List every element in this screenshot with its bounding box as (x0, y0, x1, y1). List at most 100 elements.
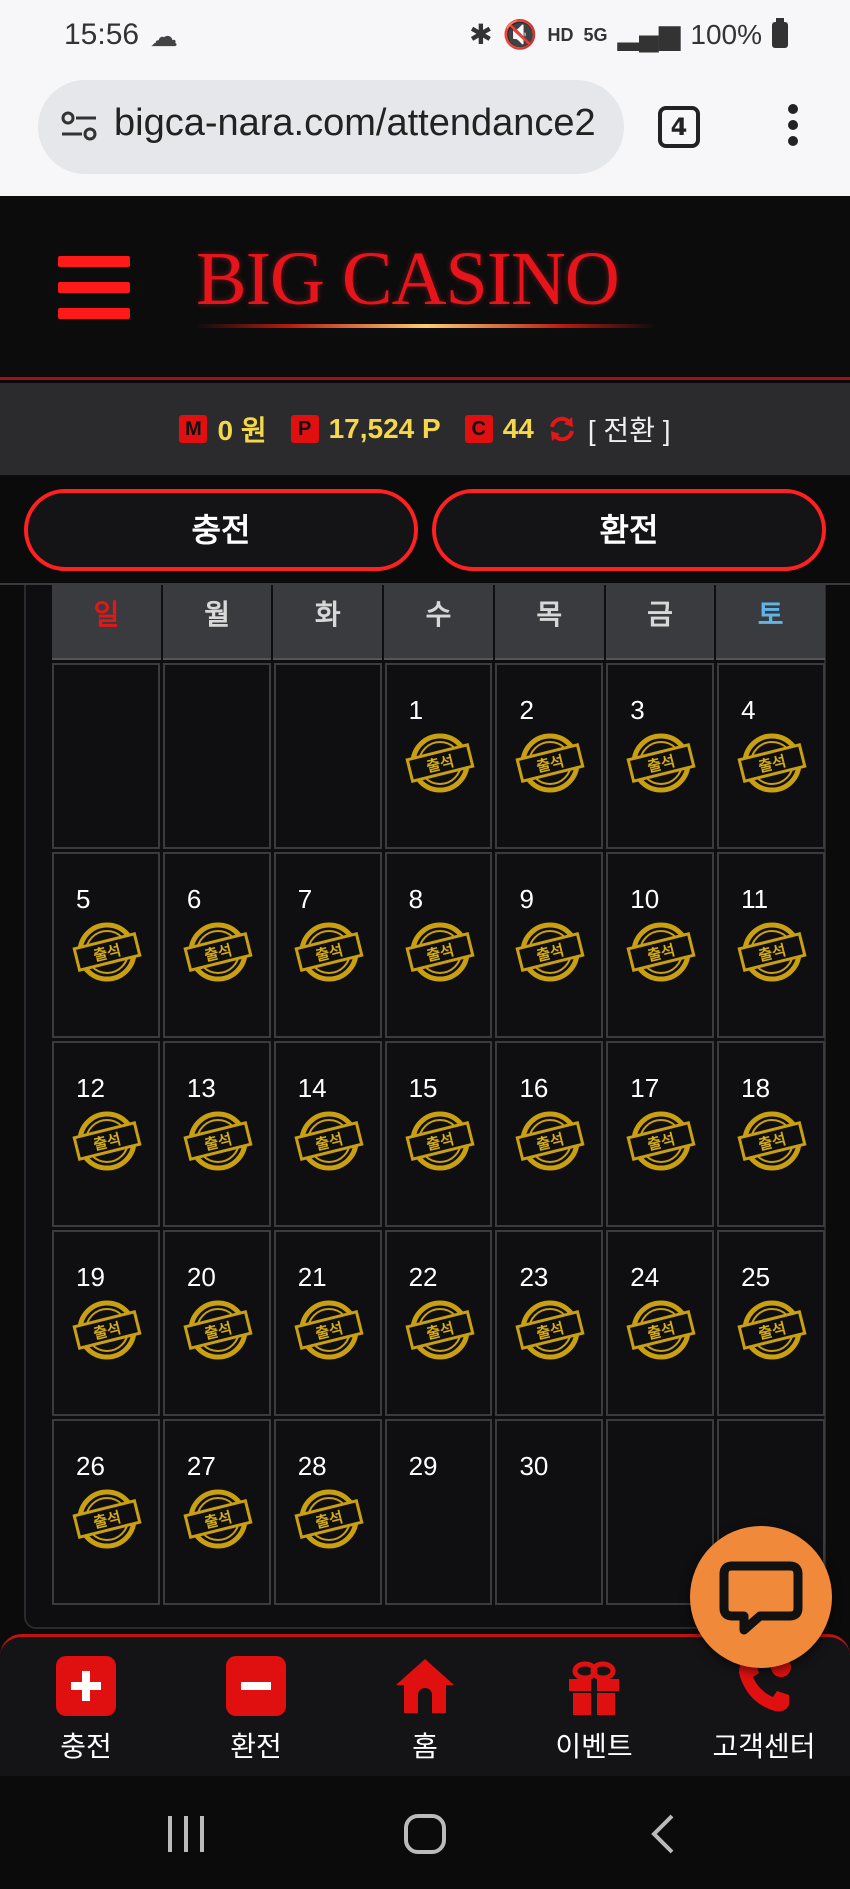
browser-menu-icon[interactable] (785, 104, 801, 152)
day-number: 27 (186, 1451, 216, 1481)
calendar-week-row: 19 출석 20 출석 21 출석 22 출석 23 출석 24 출석 25 출석 (52, 1230, 826, 1416)
calendar-day-cell[interactable]: 21 출석 (273, 1230, 382, 1416)
attendance-stamp-icon: 출석 (183, 922, 253, 982)
calendar-day-cell[interactable]: 16 출석 (495, 1041, 604, 1227)
android-nav-bar (0, 1776, 850, 1889)
minus-icon (226, 1656, 286, 1716)
refresh-icon[interactable] (546, 413, 578, 445)
nav-withdraw[interactable]: 환전 (186, 1655, 326, 1765)
calendar-day-cell[interactable]: 22 출석 (384, 1230, 493, 1416)
attendance-stamp-icon: 출석 (626, 922, 696, 982)
attendance-stamp-icon: 출석 (405, 1300, 475, 1360)
calendar-day-cell[interactable]: 26 출석 (52, 1419, 160, 1605)
calendar-day-cell[interactable]: 1 출석 (384, 663, 493, 849)
calendar-day-cell[interactable]: 27 출석 (162, 1419, 271, 1605)
deposit-button[interactable]: 충전 (24, 489, 418, 571)
calendar-day-cell[interactable]: 5 출석 (52, 852, 160, 1038)
calendar-day-cell[interactable]: 24 출석 (606, 1230, 715, 1416)
calendar-day-cell[interactable]: 25 출석 (717, 1230, 826, 1416)
calendar-day-cell[interactable]: 23 출석 (495, 1230, 604, 1416)
day-number: 2 (519, 695, 534, 725)
attendance-stamp-icon: 출석 (737, 1111, 807, 1171)
calendar-day-cell[interactable]: 18 출석 (717, 1041, 826, 1227)
withdraw-button[interactable]: 환전 (432, 489, 826, 571)
day-number: 16 (519, 1073, 549, 1103)
network-label: 5G (583, 24, 608, 45)
site-logo[interactable]: BIG CASINO (196, 236, 620, 323)
site-settings-icon[interactable] (58, 104, 102, 148)
plus-icon (56, 1656, 116, 1716)
gift-icon (569, 1661, 619, 1715)
home-circle-icon[interactable] (403, 1814, 447, 1854)
nav-support[interactable]: 고객센터 (694, 1655, 834, 1765)
attendance-stamp-icon: 출석 (183, 1111, 253, 1171)
convert-link[interactable]: [ 전환 ] (588, 409, 671, 449)
day-number: 30 (519, 1451, 549, 1481)
calendar-day-cell[interactable]: 30 (495, 1419, 604, 1605)
calendar-day-cell[interactable]: 15 출석 (384, 1041, 493, 1227)
calendar-day-cell[interactable]: 28 출석 (273, 1419, 382, 1605)
weekday-wed: 수 (384, 585, 493, 660)
attendance-stamp-icon: 출석 (72, 1111, 142, 1171)
status-time: 15:56 (64, 18, 140, 51)
day-number: 7 (297, 884, 313, 914)
calendar-day-cell[interactable]: 11 출석 (717, 852, 826, 1038)
recent-apps-icon[interactable] (164, 1814, 208, 1854)
day-number: 17 (630, 1073, 660, 1103)
day-number: 21 (297, 1262, 327, 1292)
action-row: 충전 환전 (0, 475, 850, 585)
calendar-day-cell[interactable]: 13 출석 (162, 1041, 271, 1227)
calendar-day-cell[interactable]: 7 출석 (273, 852, 382, 1038)
attendance-stamp-icon: 출석 (737, 922, 807, 982)
signal-icon: ▂▄▆ (617, 19, 681, 50)
calendar-day-cell[interactable]: 19 출석 (52, 1230, 160, 1416)
weekday-fri: 금 (605, 585, 715, 660)
balance-bar: M 0 원 P 17,524 P C 44 [ 전환 ] (0, 383, 850, 475)
day-number: 4 (741, 695, 756, 725)
day-number: 11 (741, 884, 769, 914)
coupon-badge: C (464, 415, 493, 443)
nav-home[interactable]: 홈 (355, 1655, 495, 1765)
calendar-day-cell[interactable]: 2 출석 (495, 663, 604, 849)
calendar-grid: 1 출석 2 출석 3 출석 4 출석 5 출석 6 출석 7 출석 8 출석 9 출석 10 출석 11 출석 12 출석 1… (52, 660, 826, 1605)
attendance-stamp-icon: 출석 (626, 1111, 696, 1171)
point-value: 17,524 P (328, 413, 441, 444)
weekday-sat: 토 (716, 585, 826, 660)
attendance-stamp-icon: 출석 (737, 733, 807, 793)
calendar-day-cell[interactable]: 4 출석 (717, 663, 826, 849)
day-number: 22 (408, 1262, 438, 1292)
day-number: 25 (741, 1262, 771, 1292)
address-bar[interactable]: bigca-nara.com/attendance2 (38, 80, 624, 174)
nav-event[interactable]: 이벤트 (524, 1655, 664, 1765)
calendar-day-cell[interactable]: 20 출석 (162, 1230, 271, 1416)
calendar-day-cell[interactable]: 12 출석 (52, 1041, 160, 1227)
weekday-thu: 목 (494, 585, 604, 660)
calendar-day-cell[interactable]: 8 출석 (384, 852, 493, 1038)
calendar-week-row: 5 출석 6 출석 7 출석 8 출석 9 출석 10 출석 11 출석 (52, 852, 826, 1038)
tab-switcher-button[interactable]: 4 (658, 106, 700, 148)
back-icon[interactable] (648, 1814, 678, 1854)
calendar-day-cell[interactable]: 14 출석 (273, 1041, 382, 1227)
day-number: 10 (630, 884, 660, 914)
calendar-day-cell[interactable]: 9 출석 (495, 852, 604, 1038)
nav-event-label: 이벤트 (555, 1730, 633, 1763)
hamburger-menu-icon[interactable] (58, 256, 130, 320)
nav-deposit[interactable]: 충전 (16, 1655, 156, 1765)
attendance-stamp-icon: 출석 (294, 922, 364, 982)
calendar-day-cell[interactable]: 17 출석 (606, 1041, 715, 1227)
calendar-day-cell[interactable]: 10 출석 (606, 852, 715, 1038)
url-text[interactable]: bigca-nara.com/attendance2 (114, 102, 596, 145)
weekday-sun: 일 (52, 585, 161, 660)
calendar-day-cell[interactable]: 29 (384, 1419, 493, 1605)
money-badge: M (179, 415, 208, 443)
calendar-day-cell[interactable]: 6 출석 (162, 852, 271, 1038)
nav-withdraw-label: 환전 (230, 1730, 282, 1763)
hd-voice-label: HD (547, 24, 574, 45)
calendar-day-cell[interactable]: 3 출석 (606, 663, 715, 849)
chat-button[interactable] (690, 1526, 832, 1668)
day-number: 28 (297, 1451, 327, 1481)
attendance-stamp-icon: 출석 (183, 1300, 253, 1360)
cloud-icon: ☁ (150, 20, 178, 53)
day-number: 3 (630, 695, 645, 725)
money-value: 0 원 (217, 415, 267, 446)
